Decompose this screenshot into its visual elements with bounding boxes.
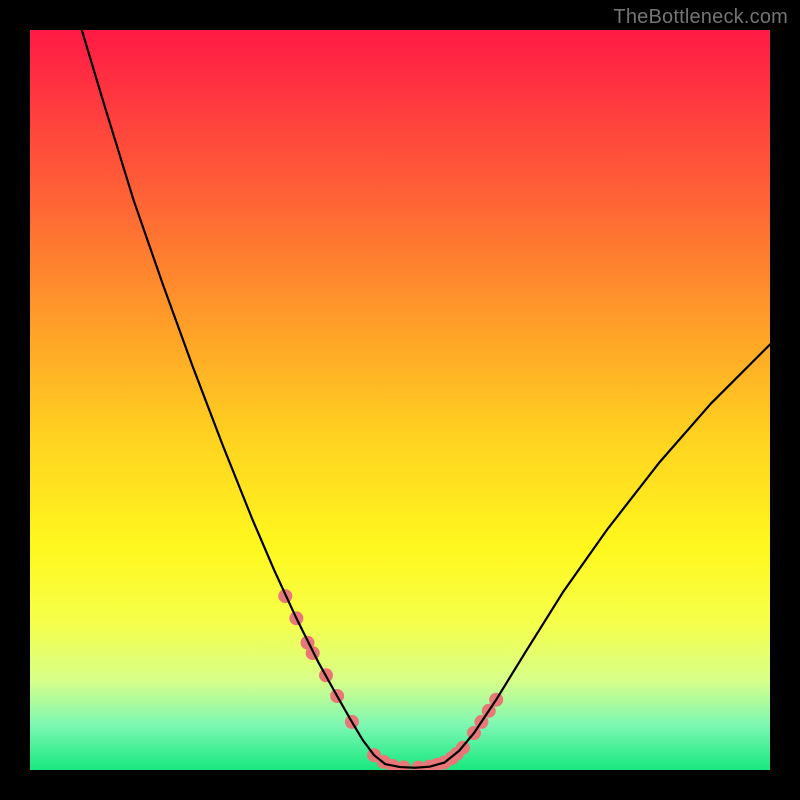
plot-area	[30, 30, 770, 770]
chart-frame: TheBottleneck.com	[0, 0, 800, 800]
marker-layer	[278, 589, 503, 770]
curve-svg	[30, 30, 770, 770]
bottleneck-curve	[82, 30, 770, 768]
watermark-text: TheBottleneck.com	[613, 6, 788, 29]
